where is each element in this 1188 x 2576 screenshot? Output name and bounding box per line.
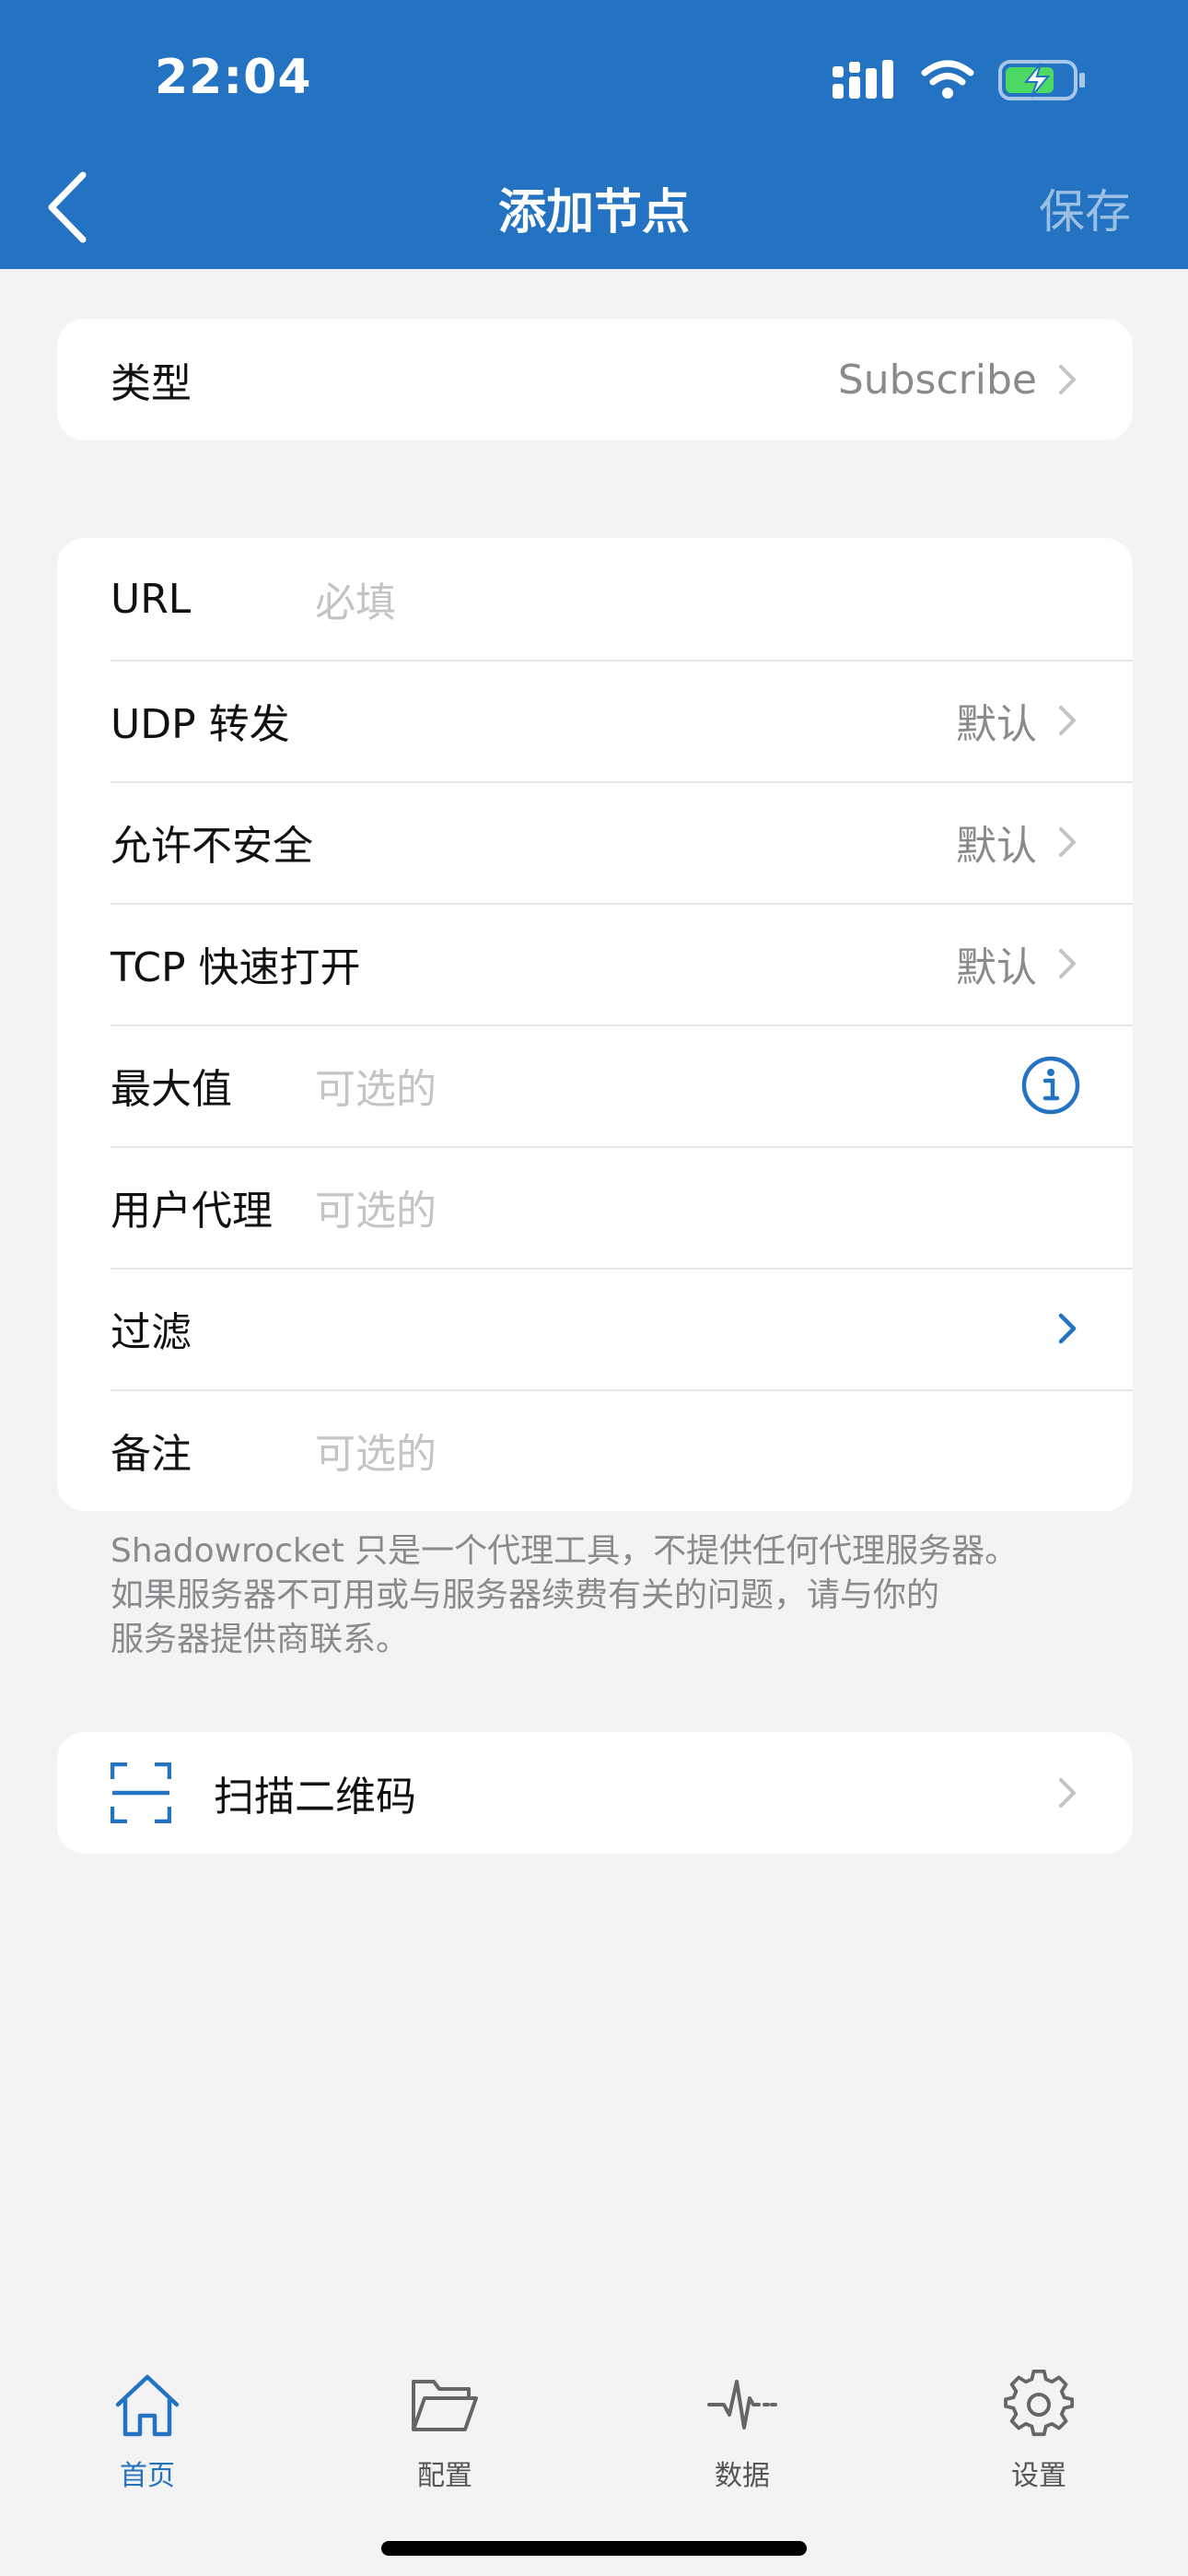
disclaimer-line-1: Shadowrocket 只是一个代理工具，不提供任何代理服务器。 <box>111 1532 1019 1570</box>
udp-relay-row[interactable]: UDP 转发 默认 <box>57 660 1133 781</box>
filter-row[interactable]: 过滤 <box>57 1268 1133 1389</box>
chevron-right-icon <box>1059 1778 1076 1808</box>
user-agent-row[interactable]: 用户代理 可选的 <box>57 1146 1133 1268</box>
filter-chevron <box>1037 1312 1077 1345</box>
folder-icon <box>412 2380 478 2431</box>
chevron-right-icon <box>1059 949 1076 978</box>
type-value: Subscribe <box>838 357 1077 404</box>
cellular-signal-icon <box>833 60 893 99</box>
scan-qr-label: 扫描二维码 <box>214 1774 416 1821</box>
tab-settings[interactable]: 设置 <box>965 2368 1112 2493</box>
allow-insecure-row[interactable]: 允许不安全 默认 <box>57 781 1133 903</box>
type-card: 类型 Subscribe <box>57 319 1133 440</box>
udp-relay-value: 默认 <box>956 691 1077 750</box>
node-form-card: URL 必填 UDP 转发 默认 允许不安全 默认 TCP 快速打开 默认 最大… <box>57 538 1133 1511</box>
tab-settings-label: 设置 <box>1011 2460 1066 2492</box>
qr-scan-icon <box>111 1762 171 1823</box>
url-input[interactable]: 必填 <box>315 569 1077 628</box>
tcp-fast-open-label: TCP 快速打开 <box>111 944 361 991</box>
type-label: 类型 <box>111 360 192 407</box>
filter-label: 过滤 <box>111 1309 192 1356</box>
type-row[interactable]: 类型 Subscribe <box>57 319 1133 440</box>
url-label: URL <box>111 575 192 623</box>
tab-data-label: 数据 <box>715 2460 770 2492</box>
tab-home-label: 首页 <box>120 2460 175 2492</box>
status-icons <box>833 57 1087 103</box>
chevron-right-icon <box>1058 1313 1077 1344</box>
tab-data[interactable]: 数据 <box>669 2368 816 2493</box>
disclaimer-line-2: 如果服务器不可用或与服务器续费有关的问题，请与你的 <box>111 1576 940 1614</box>
allow-insecure-value-text: 默认 <box>956 823 1037 870</box>
max-value-label: 最大值 <box>111 1066 232 1113</box>
max-value-row[interactable]: 最大值 可选的 <box>57 1025 1133 1146</box>
url-row[interactable]: URL 必填 <box>57 538 1133 660</box>
status-time: 22:04 <box>155 50 312 105</box>
allow-insecure-label: 允许不安全 <box>111 823 313 870</box>
user-agent-input[interactable]: 可选的 <box>315 1177 1077 1236</box>
udp-relay-value-text: 默认 <box>956 701 1037 748</box>
note-row[interactable]: 备注 可选的 <box>57 1389 1133 1511</box>
info-icon <box>1021 1056 1080 1115</box>
app-header: 22:04 添加节点 保存 <box>0 0 1188 269</box>
udp-relay-label: UDP 转发 <box>111 701 290 748</box>
wifi-icon <box>921 60 974 99</box>
note-label: 备注 <box>111 1431 192 1478</box>
activity-icon <box>707 2380 777 2430</box>
disclaimer-line-3: 服务器提供商联系。 <box>111 1621 410 1658</box>
scan-qr-card: 扫描二维码 <box>57 1732 1133 1854</box>
page-title: 添加节点 <box>497 185 690 240</box>
disclaimer-text: Shadowrocket 只是一个代理工具，不提供任何代理服务器。 如果服务器不… <box>111 1529 1087 1662</box>
scan-qr-chevron <box>1037 1776 1077 1809</box>
tab-home[interactable]: 首页 <box>74 2368 221 2493</box>
tcp-fast-open-row[interactable]: TCP 快速打开 默认 <box>57 903 1133 1025</box>
home-icon <box>115 2374 180 2437</box>
chevron-right-icon <box>1059 827 1076 857</box>
battery-charging-icon <box>998 60 1085 100</box>
tab-config[interactable]: 配置 <box>371 2368 518 2493</box>
tcp-fast-open-value-text: 默认 <box>956 944 1037 991</box>
save-button[interactable]: 保存 <box>1039 175 1131 241</box>
allow-insecure-value: 默认 <box>956 813 1077 872</box>
max-value-input[interactable]: 可选的 <box>315 1056 1020 1115</box>
chevron-right-icon <box>1059 706 1076 735</box>
tab-config-label: 配置 <box>417 2460 472 2492</box>
note-input[interactable]: 可选的 <box>315 1421 1077 1480</box>
gear-icon <box>1004 2370 1074 2437</box>
user-agent-label: 用户代理 <box>111 1188 273 1235</box>
info-button[interactable] <box>1020 1055 1080 1116</box>
tcp-fast-open-value: 默认 <box>956 934 1077 993</box>
chevron-right-icon <box>1059 365 1076 394</box>
scan-qr-row[interactable]: 扫描二维码 <box>57 1732 1133 1854</box>
type-value-text: Subscribe <box>837 356 1037 404</box>
home-indicator <box>381 2541 807 2556</box>
